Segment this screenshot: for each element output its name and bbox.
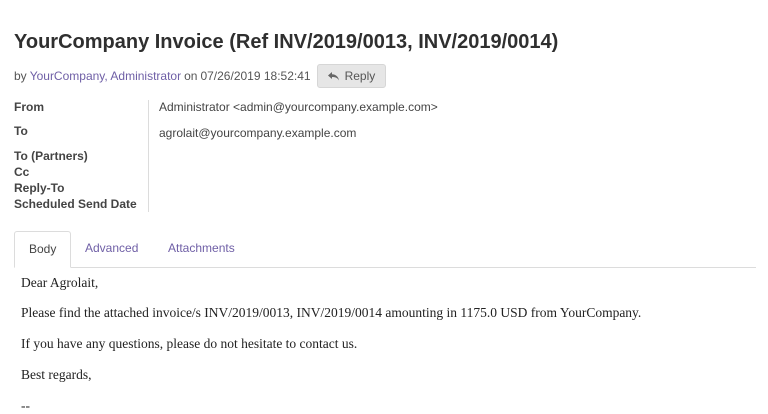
reply-button-label: Reply [344,69,376,83]
body-greeting: Dear Agrolait, [21,275,99,290]
tab-body[interactable]: Body [14,231,72,268]
reply-to-label: Reply-To [14,181,65,195]
author-link[interactable]: YourCompany, Administrator [30,69,181,83]
tab-attachments[interactable]: Attachments [154,231,249,267]
to-value: agrolait@yourcompany.example.com [159,126,357,140]
from-value: Administrator <admin@yourcompany.example… [159,100,438,114]
page-title: YourCompany Invoice (Ref INV/2019/0013, … [14,31,559,53]
by-label: by [14,69,27,83]
from-label: From [14,100,44,114]
body-line-invoice: Please find the attached invoice/s INV/2… [21,305,642,320]
message-date: 07/26/2019 18:52:41 [200,69,311,83]
body-line-questions: If you have any questions, please do not… [21,336,358,351]
tab-advanced[interactable]: Advanced [71,231,152,267]
message-byline: by YourCompany, Administrator on 07/26/2… [14,64,387,88]
notebook-tabs: Body Advanced Attachments [14,231,756,268]
to-label: To [14,124,28,138]
reply-button[interactable]: Reply [316,64,387,88]
meta-labels: From To To (Partners) Cc Reply-To Schedu… [14,100,149,212]
to-partners-label: To (Partners) [14,149,88,163]
body-closing: Best regards, [21,367,92,382]
on-label: on [184,69,198,83]
cc-label: Cc [14,165,30,179]
scheduled-send-date-label: Scheduled Send Date [14,197,137,211]
body-signature: -- [21,398,30,413]
reply-arrow-icon [327,71,340,82]
